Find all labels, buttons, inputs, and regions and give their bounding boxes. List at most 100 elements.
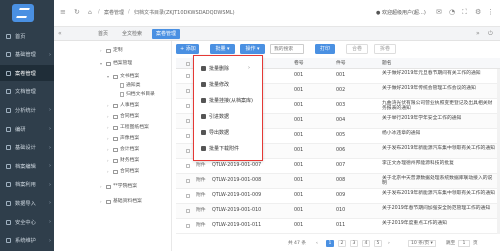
caret-icon[interactable]: › bbox=[107, 145, 111, 154]
attach-link[interactable]: 附件 bbox=[196, 219, 206, 234]
tree-node[interactable]: › 人事档案 bbox=[107, 101, 139, 110]
caret-icon[interactable]: › bbox=[107, 167, 111, 176]
page-4[interactable]: 4 bbox=[362, 240, 370, 247]
bell-icon[interactable]: ◔ bbox=[449, 9, 456, 16]
fullscreen-icon[interactable]: ⛶ bbox=[462, 9, 469, 16]
sidebar-item-7[interactable]: 档案编辑 › bbox=[0, 158, 54, 174]
page-3[interactable]: 3 bbox=[350, 240, 358, 247]
attach-link[interactable]: 附件 bbox=[196, 189, 206, 204]
caret-icon[interactable]: › bbox=[107, 156, 111, 165]
row-checkbox[interactable] bbox=[186, 194, 190, 198]
caret-icon[interactable]: › bbox=[100, 182, 104, 191]
tab-1[interactable]: 全文检索 bbox=[118, 29, 146, 39]
caret-icon[interactable]: › bbox=[100, 46, 104, 55]
tree-node[interactable]: 归档文书目录 bbox=[114, 90, 155, 99]
dropdown-item-4[interactable]: 导出数据 bbox=[194, 126, 262, 138]
dropdown-item-5[interactable]: 批量下载附件 bbox=[194, 142, 262, 154]
home-icon[interactable]: ⌂ bbox=[88, 9, 95, 16]
dropdown-item-2[interactable]: 批量挂接(从档案库) bbox=[194, 94, 262, 106]
sidebar-item-8[interactable]: 档案利用 › bbox=[0, 177, 54, 193]
sidebar-item-5[interactable]: 编研 › bbox=[0, 121, 54, 137]
table-row[interactable]: 附件 QTLW-2019-001-009 001 009 关于发布2019年新能源汽车集… bbox=[176, 189, 500, 204]
tree-node[interactable]: ▾ 档案管理 bbox=[100, 59, 132, 68]
page-size-select[interactable]: 10 条/页 ▾ bbox=[408, 240, 436, 247]
chevron-left-icon[interactable]: « bbox=[58, 30, 65, 37]
row-checkbox[interactable] bbox=[186, 179, 190, 183]
goto-input[interactable]: 1 bbox=[458, 240, 470, 247]
dropdown-item-0[interactable]: 批量删除 › bbox=[194, 62, 262, 74]
prev-page-icon[interactable]: ‹ bbox=[316, 240, 318, 247]
dropdown-item-1[interactable]: 批量修改 bbox=[194, 78, 262, 90]
tab-2[interactable]: 案卷管理 bbox=[152, 29, 181, 39]
sidebar-item-6[interactable]: 基础设计 › bbox=[0, 140, 54, 156]
caret-icon[interactable]: › bbox=[107, 112, 111, 121]
add-button[interactable]: + 添加 bbox=[176, 44, 199, 54]
merge-volume-button[interactable]: 合卷 bbox=[346, 44, 368, 54]
breadcrumb-1[interactable]: 案卷管理 bbox=[104, 9, 124, 16]
table-row[interactable]: 附件 QTLW-2019-001-008 001 008 关于北京中天普源数据处理系统数… bbox=[176, 174, 500, 189]
sidebar-item-10[interactable]: 安全中心 › bbox=[0, 214, 54, 230]
sidebar-item-0[interactable]: 首页 bbox=[0, 28, 54, 44]
print-button[interactable]: 打印 bbox=[315, 44, 335, 54]
row-checkbox[interactable] bbox=[186, 74, 190, 78]
caret-icon[interactable]: › bbox=[107, 134, 111, 143]
row-checkbox[interactable] bbox=[186, 164, 190, 168]
search-input[interactable] bbox=[270, 44, 304, 54]
welcome-text[interactable]: ● 欢迎超级用户(超…) bbox=[376, 9, 426, 16]
tree-node[interactable]: › 合同档案 bbox=[107, 167, 139, 176]
tree-node[interactable]: 通知类 bbox=[114, 81, 140, 90]
more-icon[interactable]: ⋮ bbox=[487, 9, 494, 16]
row-checkbox[interactable] bbox=[186, 89, 190, 93]
sidebar-item-1[interactable]: 基础管理 › bbox=[0, 47, 54, 63]
tree-node[interactable]: › 财务档案 bbox=[107, 156, 139, 165]
power-icon[interactable]: ⏻ bbox=[488, 30, 495, 37]
tree-node[interactable]: › 基础资料档案 bbox=[100, 197, 142, 206]
split-volume-button[interactable]: 拆卷 bbox=[374, 44, 396, 54]
tree-node[interactable]: › 定制 bbox=[100, 46, 123, 55]
caret-icon[interactable]: ▾ bbox=[100, 59, 104, 68]
message-icon[interactable]: ✉ bbox=[436, 9, 443, 16]
attach-link[interactable]: 附件 bbox=[196, 159, 206, 174]
page-2[interactable]: 2 bbox=[338, 240, 346, 247]
caret-icon[interactable]: › bbox=[107, 123, 111, 132]
settings-icon[interactable]: ⚙ bbox=[475, 9, 482, 16]
row-checkbox[interactable] bbox=[186, 104, 190, 108]
next-page-icon[interactable]: › bbox=[388, 240, 390, 247]
batch-button[interactable]: 批量 ▾ bbox=[210, 44, 235, 54]
sidebar-item-11[interactable]: 系统维护 › bbox=[0, 233, 54, 249]
row-checkbox[interactable] bbox=[186, 149, 190, 153]
table-row[interactable]: 附件 QTLW-2019-001-011 001 011 关于2019年度重点工作的通知 bbox=[176, 219, 500, 234]
tab-0[interactable]: 首页 bbox=[94, 29, 112, 39]
header-volume[interactable]: 卷号 bbox=[294, 58, 304, 69]
sidebar-item-2[interactable]: 案卷管理 bbox=[0, 65, 54, 82]
row-checkbox[interactable] bbox=[186, 224, 190, 228]
row-checkbox[interactable] bbox=[186, 134, 190, 138]
table-row[interactable]: 附件 QTLW-2019-001-007 001 007 李正文办理德州邦能源科技的批复 bbox=[176, 159, 500, 174]
chevron-right-icon[interactable]: » bbox=[476, 30, 483, 37]
caret-icon[interactable]: › bbox=[100, 197, 104, 206]
tree-node[interactable]: ▾ 文书档案 bbox=[107, 72, 139, 81]
attach-link[interactable]: 附件 bbox=[196, 174, 206, 189]
caret-icon[interactable]: › bbox=[107, 101, 111, 110]
dropdown-item-3[interactable]: 引进数据 bbox=[194, 110, 262, 122]
tree-node[interactable]: › **学院档案 bbox=[100, 182, 137, 191]
header-piece[interactable]: 件号 bbox=[336, 58, 346, 69]
tree-node[interactable]: › 工程图纸档案 bbox=[107, 123, 149, 132]
select-all-checkbox[interactable] bbox=[186, 61, 190, 66]
tree-node[interactable]: › 会计档案 bbox=[107, 145, 139, 154]
table-row[interactable]: 附件 QTLW-2019-001-010 001 010 关于2019年春节期间加强安全… bbox=[176, 204, 500, 219]
operations-button[interactable]: 操作 ▾ bbox=[240, 44, 265, 54]
page-1[interactable]: 1 bbox=[326, 240, 334, 247]
page-5[interactable]: 5 bbox=[374, 240, 382, 247]
header-title[interactable]: 题名 bbox=[382, 58, 392, 69]
tree-node[interactable]: › 声像档案 bbox=[107, 134, 139, 143]
sidebar-item-9[interactable]: 数据导入 › bbox=[0, 195, 54, 211]
sidebar-item-4[interactable]: 分析统计 › bbox=[0, 102, 54, 118]
sidebar-item-3[interactable]: 文档管理 bbox=[0, 84, 54, 100]
row-checkbox[interactable] bbox=[186, 119, 190, 123]
refresh-icon[interactable]: ↻ bbox=[74, 9, 81, 16]
tree-node[interactable]: › 合同档案 bbox=[107, 112, 139, 121]
row-checkbox[interactable] bbox=[186, 209, 190, 213]
attach-link[interactable]: 附件 bbox=[196, 204, 206, 219]
caret-icon[interactable]: ▾ bbox=[107, 72, 111, 81]
